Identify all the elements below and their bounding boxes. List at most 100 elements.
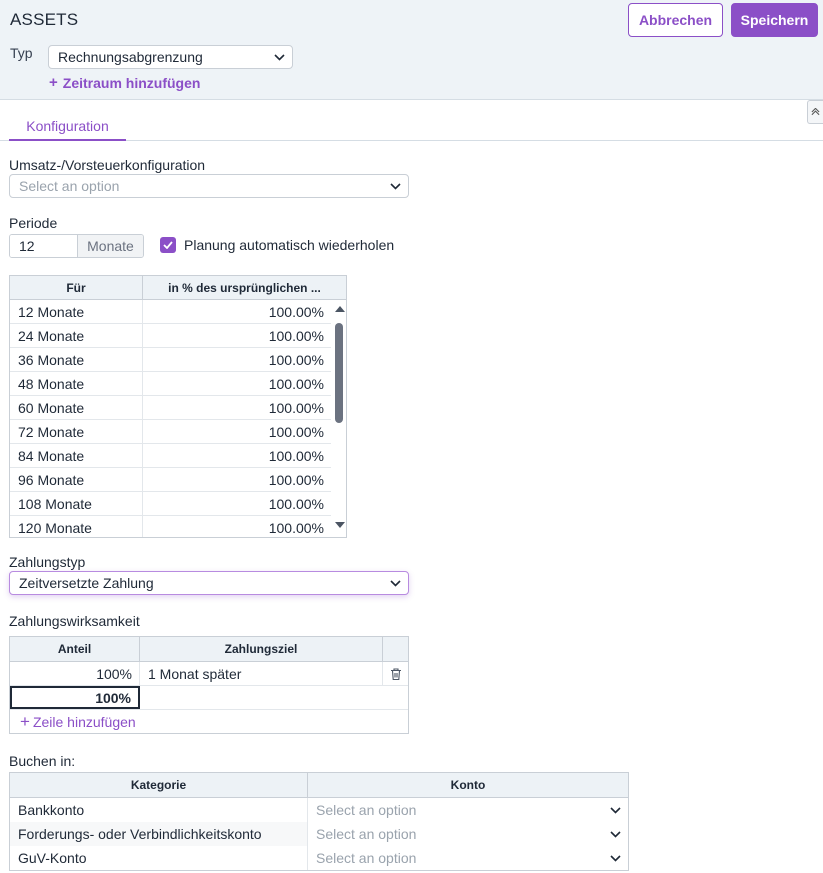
chevron-down-icon: [266, 53, 292, 61]
booking-table: Kategorie Konto Bankkonto Select an opti…: [9, 772, 629, 871]
column-header-kategorie[interactable]: Kategorie: [10, 773, 308, 797]
add-period-link[interactable]: + Zeitraum hinzufügen: [49, 74, 200, 91]
table-row[interactable]: 72 Monate 100.00%: [10, 420, 331, 444]
periode-unit: Monate: [77, 235, 143, 257]
schedule-rows: 12 Monate 100.00% 24 Monate 100.00% 36 Mon…: [10, 300, 331, 537]
tab-konfiguration[interactable]: Konfiguration: [9, 113, 126, 141]
repeat-checkbox[interactable]: [160, 237, 176, 253]
table-row[interactable]: 120 Monate 100.00%: [10, 516, 331, 537]
plus-icon: +: [20, 711, 30, 731]
row-percent[interactable]: 100.00%: [143, 300, 331, 323]
table-row[interactable]: 24 Monate 100.00%: [10, 324, 331, 348]
payment-type-value: Zeitversetzte Zahlung: [19, 575, 154, 591]
row-percent[interactable]: 100.00%: [143, 444, 331, 467]
row-percent[interactable]: 100.00%: [143, 420, 331, 443]
chevron-down-icon: [382, 182, 408, 190]
account-select[interactable]: Select an option: [308, 822, 628, 846]
payment-type-label: Zahlungstyp: [9, 554, 86, 570]
scroll-up-icon[interactable]: [335, 306, 345, 312]
column-header-percent[interactable]: in % des ursprünglichen ...: [143, 276, 346, 299]
chevron-down-icon: [602, 830, 628, 838]
row-period: 36 Monate: [10, 348, 143, 371]
table-row: GuV-Konto Select an option: [10, 846, 628, 870]
row-category: Forderungs- oder Verbindlichkeitskonto: [10, 822, 308, 846]
row-period: 120 Monate: [10, 516, 143, 537]
tax-config-select[interactable]: Select an option: [9, 174, 409, 198]
schedule-table: Für in % des ursprünglichen ... 12 Monat…: [9, 275, 347, 538]
payment-effect-table: Anteil Zahlungsziel 100% 1 Monat später …: [9, 636, 409, 734]
account-select-placeholder: Select an option: [316, 826, 417, 842]
row-percent[interactable]: 100.00%: [143, 324, 331, 347]
row-percent[interactable]: 100.00%: [143, 492, 331, 515]
table-row[interactable]: 36 Monate 100.00%: [10, 348, 331, 372]
account-select-placeholder: Select an option: [316, 850, 417, 866]
cancel-button[interactable]: Abbrechen: [628, 3, 723, 37]
total-row: 100%: [10, 686, 408, 710]
repeat-checkbox-label: Planung automatisch wiederholen: [184, 237, 395, 253]
scroll-thumb[interactable]: [335, 323, 343, 423]
typ-label: Typ: [10, 45, 33, 61]
row-percent[interactable]: 100.00%: [143, 396, 331, 419]
chevron-down-icon: [602, 854, 628, 862]
row-period: 48 Monate: [10, 372, 143, 395]
payment-type-select[interactable]: Zeitversetzte Zahlung: [9, 571, 409, 595]
periode-field[interactable]: 12 Monate: [9, 234, 144, 258]
total-share: 100%: [10, 686, 140, 709]
row-percent[interactable]: 100.00%: [143, 372, 331, 395]
booking-label: Buchen in:: [9, 753, 76, 769]
account-select[interactable]: Select an option: [308, 846, 628, 870]
row-period: 72 Monate: [10, 420, 143, 443]
periode-label: Periode: [9, 215, 58, 231]
form-header: ASSETS Abbrechen Speichern Typ Rechnungs…: [0, 0, 823, 100]
schedule-scrollbar[interactable]: [332, 300, 346, 537]
column-header-konto[interactable]: Konto: [308, 773, 628, 797]
row-category: GuV-Konto: [10, 846, 308, 870]
payment-effect-header: Anteil Zahlungsziel: [10, 637, 408, 662]
tax-config-placeholder: Select an option: [19, 178, 120, 194]
table-row[interactable]: 60 Monate 100.00%: [10, 396, 331, 420]
typ-select[interactable]: Rechnungsabgrenzung: [48, 45, 293, 69]
chevron-down-icon: [602, 806, 628, 814]
table-row: Bankkonto Select an option: [10, 798, 628, 822]
row-share[interactable]: 100%: [10, 662, 140, 685]
table-row[interactable]: 84 Monate 100.00%: [10, 444, 331, 468]
row-period: 108 Monate: [10, 492, 143, 515]
add-row-button[interactable]: + Zeile hinzufügen: [10, 710, 408, 733]
plus-icon: +: [49, 74, 58, 91]
payment-effect-label: Zahlungswirksamkeit: [9, 613, 140, 629]
typ-select-value: Rechnungsabgrenzung: [58, 49, 203, 65]
row-period: 96 Monate: [10, 468, 143, 491]
add-period-label: Zeitraum hinzufügen: [62, 74, 201, 91]
row-period: 84 Monate: [10, 444, 143, 467]
table-row[interactable]: 108 Monate 100.00%: [10, 492, 331, 516]
row-percent[interactable]: 100.00%: [143, 516, 331, 537]
column-header-anteil[interactable]: Anteil: [10, 637, 140, 661]
add-row-label: Zeile hinzufügen: [32, 713, 136, 730]
chevron-down-icon: [382, 579, 408, 587]
column-header-fuer[interactable]: Für: [10, 276, 143, 299]
booking-table-header: Kategorie Konto: [10, 773, 628, 798]
table-row[interactable]: 96 Monate 100.00%: [10, 468, 331, 492]
save-button[interactable]: Speichern: [731, 3, 818, 37]
periode-value[interactable]: 12: [10, 235, 77, 257]
table-row[interactable]: 48 Monate 100.00%: [10, 372, 331, 396]
row-period: 12 Monate: [10, 300, 143, 323]
row-payment-target[interactable]: 1 Monat später: [140, 662, 383, 685]
page-title: ASSETS: [10, 10, 79, 29]
table-row[interactable]: 100% 1 Monat später: [10, 662, 408, 686]
table-row: Forderungs- oder Verbindlichkeitskonto S…: [10, 822, 628, 846]
table-row[interactable]: 12 Monate 100.00%: [10, 300, 331, 324]
tab-bar: Konfiguration: [0, 113, 823, 141]
trash-icon[interactable]: [383, 662, 408, 685]
row-period: 24 Monate: [10, 324, 143, 347]
row-category: Bankkonto: [10, 798, 308, 822]
column-header-actions: [383, 637, 408, 661]
column-header-zahlungsziel[interactable]: Zahlungsziel: [140, 637, 383, 661]
schedule-table-header: Für in % des ursprünglichen ...: [10, 276, 346, 300]
row-percent[interactable]: 100.00%: [143, 468, 331, 491]
scroll-down-icon[interactable]: [335, 522, 345, 528]
row-percent[interactable]: 100.00%: [143, 348, 331, 371]
tax-config-label: Umsatz-/Vorsteuerkonfiguration: [9, 157, 206, 173]
account-select-placeholder: Select an option: [316, 802, 417, 818]
account-select[interactable]: Select an option: [308, 798, 628, 822]
